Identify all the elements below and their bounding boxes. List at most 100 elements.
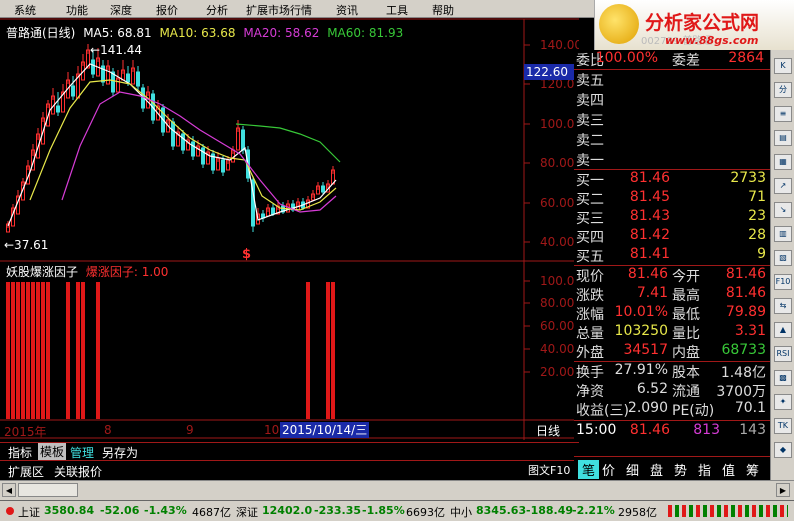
candle-body [241, 129, 245, 151]
menu-ext-market[interactable]: 扩展市场行情 [246, 2, 312, 18]
buy2-volume: 71 [748, 189, 766, 205]
toolbar-button-icon[interactable]: ↗ [774, 178, 792, 194]
ma60-line [235, 123, 341, 163]
menu-function[interactable]: 功能 [66, 2, 88, 18]
menu-help[interactable]: 帮助 [432, 2, 454, 18]
stat-label-volume: 总量 [576, 326, 604, 342]
indicator-bar [81, 282, 85, 419]
stat-value-float: 3700万 [716, 384, 766, 400]
zx-change: -188.49 [526, 504, 574, 517]
stat-value-high: 81.46 [725, 285, 766, 301]
horizontal-scrollbar[interactable]: ◀ ▶ [0, 480, 794, 500]
toolbar-button-icon[interactable]: ▦ [774, 154, 792, 170]
sell1-row: 卖一 [574, 150, 770, 169]
f10-button[interactable]: 图文F10 [528, 462, 570, 478]
menu-quote[interactable]: 报价 [156, 2, 178, 18]
quote-tab[interactable]: 盘 [650, 460, 663, 479]
tab-linked-quote[interactable]: 关联报价 [54, 463, 102, 480]
toolbar-button-icon[interactable]: ◆ [774, 442, 792, 458]
menu-tools[interactable]: 工具 [386, 2, 408, 18]
stat-value-eps: 2.090 [627, 400, 668, 416]
stat-value-inner: 68733 [721, 342, 766, 358]
indicator-header: 妖股爆涨因子 爆涨因子: 1.00 [6, 263, 168, 280]
quote-tab[interactable]: 指 [698, 460, 711, 479]
logo-emblem-icon [599, 4, 639, 44]
toolbar-button-icon[interactable]: TK [774, 418, 792, 434]
quote-tab[interactable]: 势 [674, 460, 687, 479]
quote-tab[interactable]: 笔 [578, 460, 600, 479]
toolbar-button-icon[interactable]: F10 [774, 274, 792, 290]
toolbar-button-icon[interactable]: ≡ [774, 106, 792, 122]
sell2-row: 卖二 [574, 130, 770, 149]
quote-tab[interactable]: 筹 [746, 460, 759, 479]
toolbar-button-icon[interactable]: RSI [774, 346, 792, 362]
buy1-volume: 2733 [730, 170, 766, 186]
candle-body [271, 207, 275, 215]
scroll-right-icon[interactable]: ▶ [776, 483, 790, 497]
kline-chart[interactable]: 140.00120.00100.0080.0060.0040.00 100.00… [0, 18, 579, 442]
price-cursor-label: 122.60 [524, 64, 574, 80]
stat-value-netasset: 6.52 [636, 381, 668, 397]
stat-row-volume: 总量 103250 量比 3.31 [574, 323, 770, 342]
period-label[interactable]: 日线 [536, 422, 560, 439]
ma60-label: MA60: 81.93 [327, 26, 404, 40]
toolbar-button-icon[interactable]: ▥ [774, 226, 792, 242]
buy1-row: 买一 81.46 2733 [574, 170, 770, 189]
weibi-row: 委比 100.00% 委差 2864 [574, 50, 770, 69]
tab-save-as[interactable]: 另存为 [102, 444, 138, 461]
tick-count: 143 [739, 422, 766, 438]
buy3-row: 买三 81.43 23 [574, 208, 770, 227]
scroll-left-icon[interactable]: ◀ [2, 483, 16, 497]
high-price-marker: ←141.44 [90, 43, 143, 57]
buy1-label: 买一 [576, 173, 604, 189]
quote-tab[interactable]: 值 [722, 460, 735, 479]
buy2-price: 81.45 [629, 189, 670, 205]
menu-analysis[interactable]: 分析 [206, 2, 228, 18]
stat-value-open: 81.46 [725, 266, 766, 282]
menu-system[interactable]: 系统 [14, 2, 36, 18]
toolbar-button-icon[interactable]: ▤ [774, 130, 792, 146]
toolbar-button-icon[interactable]: ↘ [774, 202, 792, 218]
toolbar-button-icon[interactable]: ⇆ [774, 298, 792, 314]
toolbar-button-icon[interactable]: ▲ [774, 322, 792, 338]
date-label-year: 2015年 [4, 425, 47, 439]
sh-amount: 4687亿 [192, 506, 231, 519]
stat-value-shares: 1.48亿 [720, 365, 766, 381]
buy4-row: 买四 81.42 28 [574, 227, 770, 246]
stat-value-change: 7.41 [636, 285, 668, 301]
tick-volume: 813 [693, 422, 720, 438]
stat-label-outer: 外盘 [576, 345, 604, 361]
buy1-price: 81.46 [629, 170, 670, 186]
date-label-aug: 8 [104, 423, 112, 437]
chart-area[interactable]: 140.00 120.00 100.00 80.00 60.00 40.00 100.00… [0, 18, 579, 442]
toolbar-button-icon[interactable]: ✦ [774, 394, 792, 410]
stat-value-vol-ratio: 3.31 [734, 323, 766, 339]
toolbar-button-icon[interactable]: K [774, 58, 792, 74]
menu-depth[interactable]: 深度 [110, 2, 132, 18]
stat-value-pct: 10.01% [614, 304, 668, 320]
sz-change: -233.35 [314, 504, 362, 517]
weibi-value: 100.00% [595, 50, 658, 66]
candle-body [171, 121, 175, 147]
buy5-volume: 9 [757, 246, 766, 262]
toolbar-button-icon[interactable]: ▩ [774, 370, 792, 386]
tick-row: 15:00 81.46 813 143 [574, 422, 770, 441]
site-logo: 002789 普路通 分析家公式网 www.88gs.com [594, 0, 794, 50]
scroll-thumb[interactable] [18, 483, 78, 497]
tab-indicator[interactable]: 指标 [8, 444, 32, 461]
tab-manage[interactable]: 管理 [70, 444, 94, 461]
quote-tab[interactable]: 价 [602, 460, 615, 479]
candle-body [91, 59, 95, 75]
tab-ext-area[interactable]: 扩展区 [8, 463, 44, 480]
high-price-value: 141.44 [100, 43, 143, 57]
tab-template[interactable]: 模板 [38, 443, 67, 460]
toolbar-button-icon[interactable]: 分 [774, 82, 792, 98]
menu-info[interactable]: 资讯 [336, 2, 358, 18]
ma10-label: MA10: 63.68 [159, 26, 236, 40]
quote-tab[interactable]: 细 [626, 460, 639, 479]
signal-marker: $ [242, 247, 252, 262]
candle-body [71, 85, 75, 97]
weicha-label: 委差 [672, 53, 700, 69]
date-label-oct: 10 [264, 423, 280, 437]
toolbar-button-icon[interactable]: ▧ [774, 250, 792, 266]
